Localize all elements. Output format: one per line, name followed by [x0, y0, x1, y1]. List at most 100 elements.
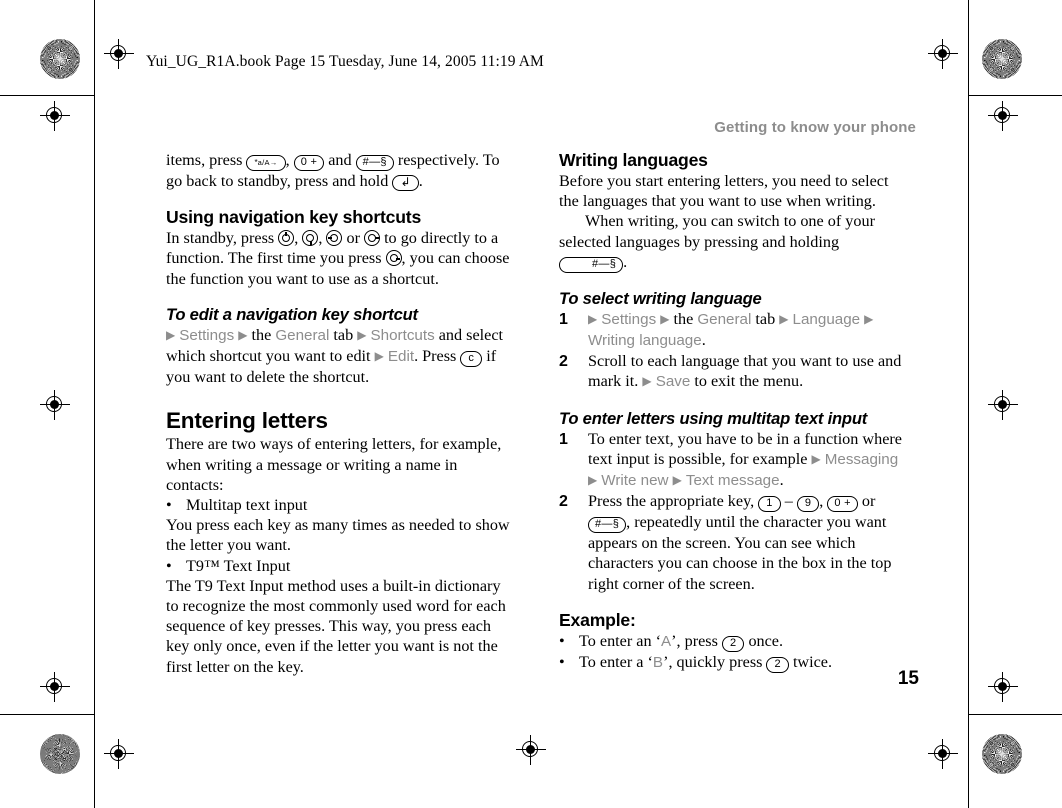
menu-arrow-icon: ▶ — [672, 473, 682, 488]
continued-text-part5: . — [418, 172, 423, 190]
navigation-key-right-icon — [364, 230, 381, 247]
menu-item-write-new: Write new — [601, 472, 669, 490]
nav-text-4: or — [342, 229, 365, 248]
text-period: . — [779, 471, 784, 490]
continued-text-part2: , — [285, 151, 294, 169]
menu-item-shortcuts: Shortcuts — [370, 326, 435, 344]
bullet-dot-icon: • — [166, 556, 172, 575]
step-number: 2 — [559, 493, 568, 511]
bullet-dot-icon: • — [559, 631, 565, 650]
heading-using-navigation-key-shortcuts: Using navigation key shortcuts — [166, 207, 422, 228]
key-back: ↲ — [392, 175, 419, 191]
heading-to-enter-letters-using-multitap: To enter letters using multitap text inp… — [559, 408, 868, 428]
step-text: To enter text, you have to be in a funct… — [588, 429, 907, 492]
example-letter: A — [661, 632, 672, 650]
menu-item-messaging: Messaging — [824, 450, 899, 468]
t9-description: The T9 Text Input method uses a built-in… — [166, 576, 506, 676]
key-hash: #—§ — [355, 155, 394, 171]
list-item-label: T9™ Text Input — [186, 556, 291, 575]
menu-arrow-icon: ▶ — [374, 349, 384, 364]
writing-languages-paragraph-1: Before you start entering letters, you n… — [559, 172, 889, 211]
menu-arrow-icon: ▶ — [642, 374, 652, 389]
text-tab: tab — [751, 309, 780, 328]
key-zero: 0 + — [827, 496, 858, 513]
continued-text-part1: items, press — [166, 151, 247, 169]
step-text: Scroll to each language that you want to… — [588, 351, 907, 392]
key-star: *a/A→ — [246, 155, 286, 171]
heading-to-select-writing-language: To select writing language — [559, 288, 762, 308]
nav-text-1: In standby, press — [166, 229, 279, 248]
nav-text-2: , — [294, 229, 303, 248]
menu-item-settings: Settings — [601, 310, 657, 328]
example-text-c: twice. — [788, 653, 833, 672]
step-number: 1 — [559, 310, 568, 328]
text-period: . — [701, 331, 706, 350]
document-page: Yui_UG_R1A.book Page 15 Tuesday, June 14… — [0, 0, 1062, 808]
key-clear: c — [460, 351, 483, 368]
menu-arrow-icon: ▶ — [864, 311, 874, 326]
example-text-c: once. — [744, 631, 784, 650]
nav-shortcuts-paragraph: In standby, press , , or to go directly … — [166, 228, 514, 289]
heading-to-edit-navigation-key-shortcut: To edit a navigation key shortcut — [166, 304, 418, 324]
heading-example: Example: — [559, 609, 636, 630]
nav-text-3: , — [318, 229, 327, 248]
heading-writing-languages: Writing languages — [559, 150, 708, 170]
edit-shortcut-paragraph: ▶ Settings ▶ the General tab ▶ Shortcuts… — [166, 325, 514, 388]
step-multitap-2: 2 Press the appropriate key, 1 – 9, 0 + … — [559, 491, 907, 594]
menu-item-general: General — [697, 310, 752, 328]
navigation-key-up-icon — [278, 230, 295, 247]
menu-arrow-icon: ▶ — [779, 311, 789, 326]
key-range-dash: – — [784, 492, 793, 511]
key-two: 2 — [766, 657, 789, 674]
bullet-dot-icon: • — [559, 653, 565, 672]
text-the: the — [247, 325, 276, 344]
navigation-key-left-icon — [326, 230, 343, 247]
multitap-description: You press each key as many times as need… — [166, 516, 510, 555]
menu-arrow-icon: ▶ — [588, 311, 598, 326]
list-item-label: Multitap text input — [186, 496, 308, 515]
menu-arrow-icon: ▶ — [166, 327, 176, 342]
menu-item-general: General — [275, 326, 330, 344]
menu-arrow-icon: ▶ — [357, 327, 367, 342]
writing-languages-text-a: When writing, you can switch to one of y… — [559, 212, 875, 251]
text-the: the — [669, 309, 698, 328]
step-number: 2 — [559, 353, 568, 371]
continued-paragraph: items, press *a/A→, 0 + and #—§ respecti… — [166, 150, 514, 191]
text-tab: tab — [329, 325, 358, 344]
writing-languages-paragraph-2: When writing, you can switch to one of y… — [559, 211, 907, 273]
heading-entering-letters: Entering letters — [166, 408, 328, 434]
key-two: 2 — [721, 635, 745, 652]
key-zero: 0 + — [293, 155, 325, 171]
step-multitap-1: 1 To enter text, you have to be in a fun… — [559, 429, 907, 492]
example-item-a: • To enter an ‘A’, press 2 once. — [559, 631, 907, 652]
example-item-b: • To enter a ‘B’, quickly press 2 twice. — [559, 652, 907, 674]
menu-item-language: Language — [792, 310, 861, 328]
step-text: ▶ Settings ▶ the General tab ▶ Language … — [588, 309, 907, 351]
menu-item-settings: Settings — [179, 326, 235, 344]
key-one: 1 — [758, 496, 781, 513]
navigation-key-down-icon — [302, 230, 319, 247]
step-text-a: Press the appropriate key, — [588, 492, 759, 511]
list-item-multitap: • Multitap text input — [166, 495, 514, 515]
step-text-or: or — [857, 492, 876, 511]
example-text-a: To enter a ‘ — [579, 653, 653, 672]
writing-languages-text-b: . — [623, 252, 628, 271]
bullet-dot-icon: • — [166, 496, 172, 515]
menu-item-save: Save — [655, 373, 691, 391]
example-item-text: To enter a ‘B’, quickly press 2 twice. — [579, 652, 907, 674]
step-text-b: , repeatedly until the character you wan… — [588, 513, 892, 593]
menu-item-edit: Edit — [387, 348, 415, 366]
step-select-language-2: 2 Scroll to each language that you want … — [559, 351, 907, 392]
text-press: . Press — [414, 347, 461, 366]
right-column: Writing languages Before you start enter… — [559, 150, 907, 674]
key-hash: #—§ — [588, 517, 627, 534]
menu-arrow-icon: ▶ — [588, 473, 598, 488]
list-item-t9: • T9™ Text Input — [166, 556, 514, 576]
example-text-b: ’, quickly press — [663, 653, 767, 672]
left-column: items, press *a/A→, 0 + and #—§ respecti… — [166, 150, 514, 677]
menu-arrow-icon: ▶ — [811, 451, 821, 466]
file-stamp: Yui_UG_R1A.book Page 15 Tuesday, June 14… — [146, 53, 544, 70]
step-text-b: to exit the menu. — [690, 372, 804, 391]
step-select-language-1: 1 ▶ Settings ▶ the General tab ▶ Languag… — [559, 309, 907, 351]
step-text: Press the appropriate key, 1 – 9, 0 + or… — [588, 492, 892, 593]
